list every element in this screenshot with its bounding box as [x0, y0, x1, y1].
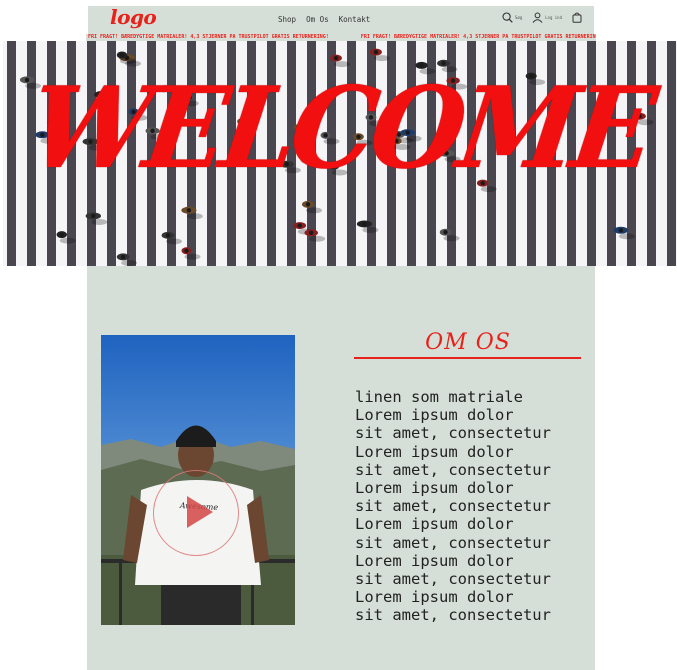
search-label: Søg [514, 15, 523, 20]
about-text: linen som matriale Lorem ipsum dolor sit… [355, 388, 593, 625]
nav-link-kontakt[interactable]: Kontakt [339, 15, 371, 24]
section-title: OM OS [425, 330, 511, 355]
hero-title: WELCOME [22, 63, 658, 194]
announcement-bar: FRI FRAGT! BÆREDYGTIGE MATRIALER! 4,3 ST… [86, 34, 596, 41]
nav-icons: Søg Log ind [502, 12, 582, 23]
page: logo Shop Om Os Kontakt Søg Log ind FRI … [0, 0, 677, 670]
title-divider [354, 357, 581, 359]
navbar: logo Shop Om Os Kontakt Søg Log ind [88, 5, 594, 34]
logo[interactable]: logo [110, 5, 157, 29]
announcement-text: FRI FRAGT! BÆREDYGTIGE MATRIALER! 4,3 ST… [88, 34, 329, 40]
nav-links: Shop Om Os Kontakt [278, 15, 370, 24]
hero-banner: WELCOME [3, 41, 677, 266]
search-button[interactable]: Søg [502, 12, 522, 23]
nav-link-shop[interactable]: Shop [278, 15, 296, 24]
login-label: Log ind [545, 15, 562, 20]
search-icon [502, 12, 513, 23]
user-icon [532, 12, 543, 23]
login-button[interactable]: Log ind [532, 12, 562, 23]
announcement-text-repeat: FRI FRAGT! BÆREDYGTIGE MATRIALER! 4,3 ST… [360, 34, 596, 40]
cart-button[interactable] [572, 12, 582, 23]
cart-icon [572, 12, 582, 23]
nav-link-om-os[interactable]: Om Os [306, 15, 329, 24]
play-icon[interactable] [153, 470, 239, 556]
about-paragraph: linen som matriale Lorem ipsum dolor sit… [355, 388, 551, 625]
about-section: Awesome OM OS linen som matriale Lorem i… [87, 266, 595, 670]
about-video[interactable]: Awesome [101, 335, 295, 625]
